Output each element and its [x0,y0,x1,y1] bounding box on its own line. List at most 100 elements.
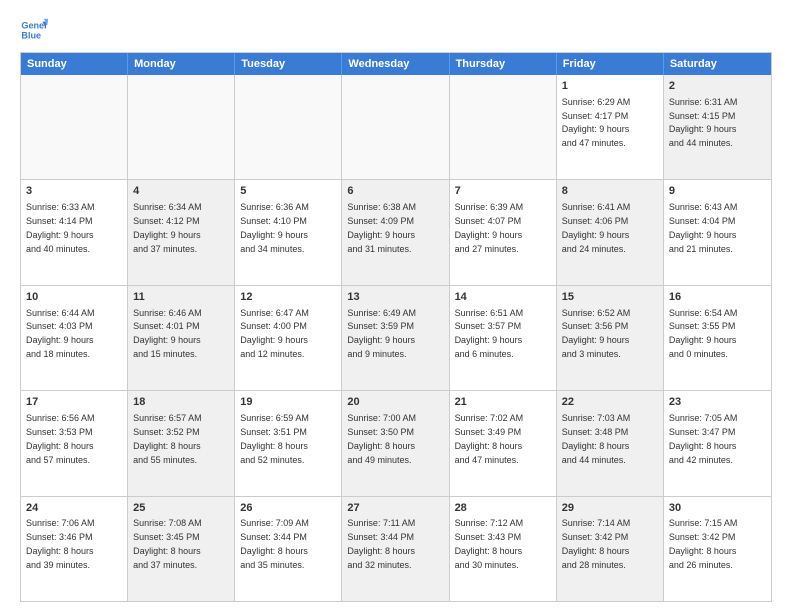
cal-cell [450,75,557,179]
day-number: 1 [562,79,658,94]
calendar-row-3: 17 Sunrise: 6:56 AM Sunset: 3:53 PM Dayli… [21,390,771,495]
header-day-thursday: Thursday [450,53,557,75]
day-number: 12 [240,290,336,305]
cell-info: Sunrise: 6:54 AM Sunset: 3:55 PM Dayligh… [669,308,738,359]
cal-cell: 8 Sunrise: 6:41 AM Sunset: 4:06 PM Daylig… [557,180,664,284]
cell-info: Sunrise: 6:31 AM Sunset: 4:15 PM Dayligh… [669,97,738,148]
cell-info: Sunrise: 6:49 AM Sunset: 3:59 PM Dayligh… [347,308,416,359]
day-number: 22 [562,395,658,410]
cal-cell [128,75,235,179]
day-number: 14 [455,290,551,305]
cell-info: Sunrise: 7:12 AM Sunset: 3:43 PM Dayligh… [455,518,524,569]
cell-info: Sunrise: 7:14 AM Sunset: 3:42 PM Dayligh… [562,518,631,569]
cal-cell: 9 Sunrise: 6:43 AM Sunset: 4:04 PM Daylig… [664,180,771,284]
cal-cell: 28 Sunrise: 7:12 AM Sunset: 3:43 PM Dayli… [450,497,557,601]
cal-cell: 10 Sunrise: 6:44 AM Sunset: 4:03 PM Dayli… [21,286,128,390]
day-number: 5 [240,184,336,199]
cal-cell: 1 Sunrise: 6:29 AM Sunset: 4:17 PM Daylig… [557,75,664,179]
calendar-header: SundayMondayTuesdayWednesdayThursdayFrid… [21,53,771,75]
day-number: 10 [26,290,122,305]
calendar: SundayMondayTuesdayWednesdayThursdayFrid… [20,52,772,602]
day-number: 28 [455,501,551,516]
cal-cell: 6Sunrise: 6:38 AM Sunset: 4:09 PM Daylig… [342,180,449,284]
cell-info: Sunrise: 7:03 AM Sunset: 3:48 PM Dayligh… [562,413,631,464]
cell-info: Sunrise: 6:29 AM Sunset: 4:17 PM Dayligh… [562,97,631,148]
cal-cell: 17 Sunrise: 6:56 AM Sunset: 3:53 PM Dayli… [21,391,128,495]
calendar-row-4: 24 Sunrise: 7:06 AM Sunset: 3:46 PM Dayli… [21,496,771,601]
cal-cell: 29 Sunrise: 7:14 AM Sunset: 3:42 PM Dayli… [557,497,664,601]
cell-info: Sunrise: 6:43 AM Sunset: 4:04 PM Dayligh… [669,202,738,253]
cal-cell: 26Sunrise: 7:09 AM Sunset: 3:44 PM Dayli… [235,497,342,601]
cell-info: Sunrise: 7:08 AM Sunset: 3:45 PM Dayligh… [133,518,202,569]
cal-cell: 4 Sunrise: 6:34 AM Sunset: 4:12 PM Daylig… [128,180,235,284]
cal-cell: 11Sunrise: 6:46 AM Sunset: 4:01 PM Dayli… [128,286,235,390]
day-number: 20 [347,395,443,410]
header-day-saturday: Saturday [664,53,771,75]
day-number: 25 [133,501,229,516]
day-number: 19 [240,395,336,410]
header-day-friday: Friday [557,53,664,75]
calendar-row-0: 1 Sunrise: 6:29 AM Sunset: 4:17 PM Daylig… [21,75,771,179]
day-number: 24 [26,501,122,516]
cal-cell: 7 Sunrise: 6:39 AM Sunset: 4:07 PM Daylig… [450,180,557,284]
cell-info: Sunrise: 6:34 AM Sunset: 4:12 PM Dayligh… [133,202,202,253]
cell-info: Sunrise: 6:46 AM Sunset: 4:01 PM Dayligh… [133,308,202,359]
cal-cell: 12 Sunrise: 6:47 AM Sunset: 4:00 PM Dayli… [235,286,342,390]
logo-icon: General Blue [20,16,48,44]
cell-info: Sunrise: 6:36 AM Sunset: 4:10 PM Dayligh… [240,202,309,253]
day-number: 21 [455,395,551,410]
cal-cell: 14 Sunrise: 6:51 AM Sunset: 3:57 PM Dayli… [450,286,557,390]
cell-info: Sunrise: 6:44 AM Sunset: 4:03 PM Dayligh… [26,308,95,359]
cal-cell [342,75,449,179]
day-number: 3 [26,184,122,199]
cal-cell: 25 Sunrise: 7:08 AM Sunset: 3:45 PM Dayli… [128,497,235,601]
cal-cell [235,75,342,179]
cal-cell: 18 Sunrise: 6:57 AM Sunset: 3:52 PM Dayli… [128,391,235,495]
cell-info: Sunrise: 6:57 AM Sunset: 3:52 PM Dayligh… [133,413,202,464]
day-number: 13 [347,290,443,305]
cal-cell: 5 Sunrise: 6:36 AM Sunset: 4:10 PM Daylig… [235,180,342,284]
calendar-body: 1 Sunrise: 6:29 AM Sunset: 4:17 PM Daylig… [21,75,771,601]
day-number: 9 [669,184,766,199]
cell-info: Sunrise: 7:06 AM Sunset: 3:46 PM Dayligh… [26,518,95,569]
cal-cell: 23 Sunrise: 7:05 AM Sunset: 3:47 PM Dayli… [664,391,771,495]
day-number: 15 [562,290,658,305]
day-number: 4 [133,184,229,199]
cell-info: Sunrise: 6:59 AM Sunset: 3:51 PM Dayligh… [240,413,309,464]
svg-text:Blue: Blue [21,30,41,40]
cell-info: Sunrise: 7:11 AM Sunset: 3:44 PM Dayligh… [347,518,415,569]
day-number: 2 [669,79,766,94]
day-number: 23 [669,395,766,410]
cal-cell: 20Sunrise: 7:00 AM Sunset: 3:50 PM Dayli… [342,391,449,495]
page: General Blue SundayMondayTuesdayWednesda… [0,0,792,612]
cell-info: Sunrise: 7:05 AM Sunset: 3:47 PM Dayligh… [669,413,738,464]
day-number: 17 [26,395,122,410]
cal-cell: 16Sunrise: 6:54 AM Sunset: 3:55 PM Dayli… [664,286,771,390]
cell-info: Sunrise: 6:41 AM Sunset: 4:06 PM Dayligh… [562,202,631,253]
cal-cell: 2 Sunrise: 6:31 AM Sunset: 4:15 PM Daylig… [664,75,771,179]
calendar-row-2: 10 Sunrise: 6:44 AM Sunset: 4:03 PM Dayli… [21,285,771,390]
cal-cell: 15Sunrise: 6:52 AM Sunset: 3:56 PM Dayli… [557,286,664,390]
cal-cell: 24 Sunrise: 7:06 AM Sunset: 3:46 PM Dayli… [21,497,128,601]
cell-info: Sunrise: 6:56 AM Sunset: 3:53 PM Dayligh… [26,413,95,464]
day-number: 8 [562,184,658,199]
cell-info: Sunrise: 6:33 AM Sunset: 4:14 PM Dayligh… [26,202,95,253]
calendar-row-1: 3 Sunrise: 6:33 AM Sunset: 4:14 PM Daylig… [21,179,771,284]
day-number: 18 [133,395,229,410]
cal-cell [21,75,128,179]
day-number: 30 [669,501,766,516]
cal-cell: 19 Sunrise: 6:59 AM Sunset: 3:51 PM Dayli… [235,391,342,495]
cell-info: Sunrise: 7:15 AM Sunset: 3:42 PM Dayligh… [669,518,738,569]
header: General Blue [20,16,772,44]
day-number: 29 [562,501,658,516]
cal-cell: 27 Sunrise: 7:11 AM Sunset: 3:44 PM Dayli… [342,497,449,601]
cell-info: Sunrise: 6:51 AM Sunset: 3:57 PM Dayligh… [455,308,524,359]
day-number: 27 [347,501,443,516]
cell-info: Sunrise: 7:02 AM Sunset: 3:49 PM Dayligh… [455,413,524,464]
cell-info: Sunrise: 7:09 AM Sunset: 3:44 PM Dayligh… [240,518,309,569]
cell-info: Sunrise: 6:39 AM Sunset: 4:07 PM Dayligh… [455,202,524,253]
day-number: 7 [455,184,551,199]
header-day-tuesday: Tuesday [235,53,342,75]
day-number: 6 [347,184,443,199]
cell-info: Sunrise: 6:47 AM Sunset: 4:00 PM Dayligh… [240,308,309,359]
